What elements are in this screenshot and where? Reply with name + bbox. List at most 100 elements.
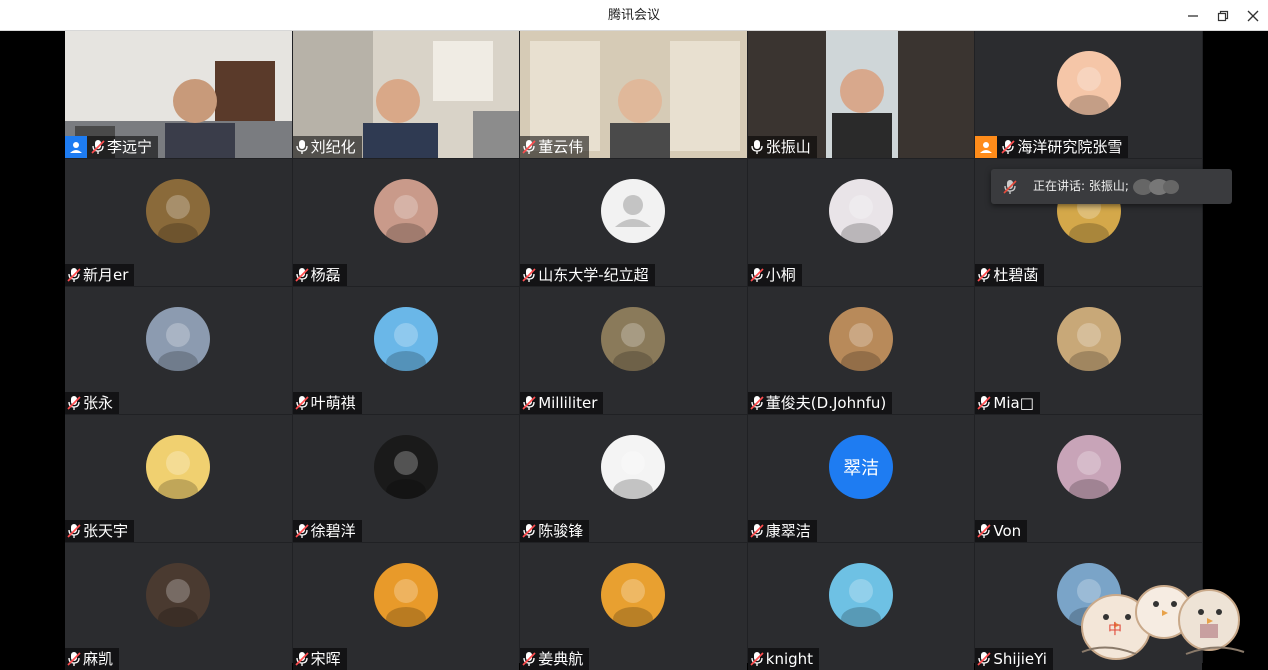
participant-nameplate: 康翠洁 bbox=[747, 520, 817, 542]
participant-nameplate: 杨磊 bbox=[292, 264, 347, 286]
participant-tile[interactable]: 叶萌祺 bbox=[292, 287, 520, 414]
participant-nameplate: 董云伟 bbox=[520, 136, 590, 158]
participant-name: 张振山 bbox=[765, 138, 811, 156]
participant-name: 杨磊 bbox=[310, 266, 341, 284]
mic-muted-icon[interactable] bbox=[91, 139, 105, 155]
avatar bbox=[829, 307, 894, 371]
avatar bbox=[146, 179, 211, 243]
mic-muted-icon[interactable] bbox=[977, 651, 991, 667]
mic-on-icon[interactable] bbox=[295, 139, 309, 155]
mic-muted-icon[interactable] bbox=[522, 395, 536, 411]
participant-tile[interactable]: 徐碧洋 bbox=[292, 415, 520, 542]
mic-muted-icon[interactable] bbox=[67, 267, 81, 283]
participant-tile[interactable]: Milliliter bbox=[520, 287, 747, 414]
mic-muted-icon[interactable] bbox=[977, 523, 991, 539]
participant-nameplate: 杜碧菡 bbox=[975, 264, 1045, 286]
avatar bbox=[373, 563, 438, 627]
participant-nameplate: 小桐 bbox=[747, 264, 802, 286]
default-avatar-icon bbox=[601, 179, 666, 243]
mic-muted-icon[interactable] bbox=[522, 267, 536, 283]
participant-tile[interactable]: 宋晖 bbox=[292, 543, 520, 670]
participant-tile[interactable]: Mia□ bbox=[975, 287, 1202, 414]
avatar bbox=[373, 179, 438, 243]
participant-tile[interactable]: 麻凯 bbox=[65, 543, 292, 670]
participant-name: Mia□ bbox=[993, 394, 1034, 412]
participant-name: 麻凯 bbox=[83, 650, 114, 668]
mic-muted-icon bbox=[1003, 180, 1017, 194]
participant-name: 陈骏锋 bbox=[538, 522, 584, 540]
participant-nameplate: 张永 bbox=[65, 392, 120, 414]
mic-muted-icon[interactable] bbox=[977, 267, 991, 283]
participant-tile[interactable]: Von bbox=[975, 415, 1202, 542]
mic-muted-icon[interactable] bbox=[750, 523, 764, 539]
participant-name: 小桐 bbox=[765, 266, 796, 284]
participant-tile[interactable]: 董云伟 bbox=[520, 31, 747, 158]
participant-name: Milliliter bbox=[538, 394, 598, 412]
participant-tile[interactable]: 杨磊 bbox=[292, 159, 520, 286]
participant-nameplate: 海洋研究院张雪 bbox=[975, 136, 1129, 158]
participant-nameplate: 徐碧洋 bbox=[292, 520, 362, 542]
participant-nameplate: 新月er bbox=[65, 264, 135, 286]
host-badge-icon bbox=[65, 136, 87, 158]
mic-muted-icon[interactable] bbox=[522, 523, 536, 539]
mic-muted-icon[interactable] bbox=[67, 523, 81, 539]
participant-name: knight bbox=[765, 650, 814, 668]
blurred-mark-icon bbox=[1133, 179, 1179, 195]
participant-tile[interactable]: 李远宁 bbox=[65, 31, 292, 158]
mic-muted-icon[interactable] bbox=[750, 267, 764, 283]
participant-nameplate: 叶萌祺 bbox=[292, 392, 362, 414]
mic-muted-icon[interactable] bbox=[294, 267, 309, 283]
avatar bbox=[373, 435, 438, 499]
text-avatar: 翠洁 bbox=[829, 435, 894, 499]
avatar bbox=[1056, 435, 1121, 499]
participant-grid: 李远宁 刘纪化 董云伟 张振山 海洋研究院张雪新月er 杨磊 山东大学-纪立超 小桐 杜碧菡张永… bbox=[65, 31, 1203, 670]
participant-nameplate: 姜典航 bbox=[520, 648, 590, 670]
mic-muted-icon[interactable] bbox=[977, 395, 991, 411]
mic-muted-icon[interactable] bbox=[67, 395, 81, 411]
mic-muted-icon[interactable] bbox=[67, 651, 81, 667]
participant-name: 李远宁 bbox=[107, 138, 153, 156]
participant-tile[interactable]: 张永 bbox=[65, 287, 292, 414]
mic-muted-icon[interactable] bbox=[522, 651, 536, 667]
participant-nameplate: 董俊夫(D.Johnfu) bbox=[747, 392, 893, 414]
mic-muted-icon[interactable] bbox=[750, 395, 764, 411]
mic-muted-icon[interactable] bbox=[294, 395, 309, 411]
participant-tile[interactable]: 姜典航 bbox=[520, 543, 747, 670]
participant-nameplate: 张振山 bbox=[747, 136, 817, 158]
participant-tile[interactable]: 海洋研究院张雪 bbox=[975, 31, 1202, 158]
participant-tile[interactable]: 小桐 bbox=[747, 159, 975, 286]
participant-tile[interactable]: 张振山 bbox=[747, 31, 975, 158]
participant-name: 康翠洁 bbox=[765, 522, 811, 540]
participant-name: 张永 bbox=[83, 394, 114, 412]
participant-tile[interactable]: 刘纪化 bbox=[292, 31, 520, 158]
mic-muted-icon[interactable] bbox=[750, 651, 764, 667]
sticker-label: 中 bbox=[1108, 622, 1122, 638]
mic-muted-icon[interactable] bbox=[294, 523, 309, 539]
window-title: 腾讯会议 bbox=[607, 8, 660, 23]
participant-tile[interactable]: 翠洁康翠洁 bbox=[747, 415, 975, 542]
restore-icon bbox=[1217, 10, 1229, 21]
participant-tile[interactable]: 陈骏锋 bbox=[520, 415, 747, 542]
participant-nameplate: 张天宇 bbox=[65, 520, 135, 542]
participant-nameplate: 山东大学-纪立超 bbox=[520, 264, 655, 286]
participant-tile[interactable]: 张天宇 bbox=[65, 415, 292, 542]
speaking-tooltip-text: 正在讲话: 张振山; bbox=[1033, 179, 1129, 193]
participant-name: 刘纪化 bbox=[310, 138, 356, 156]
participant-name: ShijieYi bbox=[993, 650, 1047, 668]
mic-muted-icon[interactable] bbox=[1001, 139, 1015, 155]
participant-tile[interactable]: 董俊夫(D.Johnfu) bbox=[747, 287, 975, 414]
mic-on-icon[interactable] bbox=[750, 139, 764, 155]
participant-name: 海洋研究院张雪 bbox=[1017, 138, 1123, 156]
restore-button[interactable] bbox=[1208, 0, 1238, 31]
close-button[interactable] bbox=[1238, 0, 1268, 31]
participant-nameplate: 麻凯 bbox=[65, 648, 120, 670]
participant-tile[interactable]: 山东大学-纪立超 bbox=[520, 159, 747, 286]
participant-tile[interactable]: knight bbox=[747, 543, 975, 670]
mic-muted-icon[interactable] bbox=[522, 139, 536, 155]
minimize-button[interactable] bbox=[1178, 0, 1208, 31]
participant-tile[interactable]: 新月er bbox=[65, 159, 292, 286]
mic-muted-icon[interactable] bbox=[294, 651, 309, 667]
participant-name: 董云伟 bbox=[538, 138, 584, 156]
participant-name: 姜典航 bbox=[538, 650, 584, 668]
avatar bbox=[1056, 307, 1121, 371]
